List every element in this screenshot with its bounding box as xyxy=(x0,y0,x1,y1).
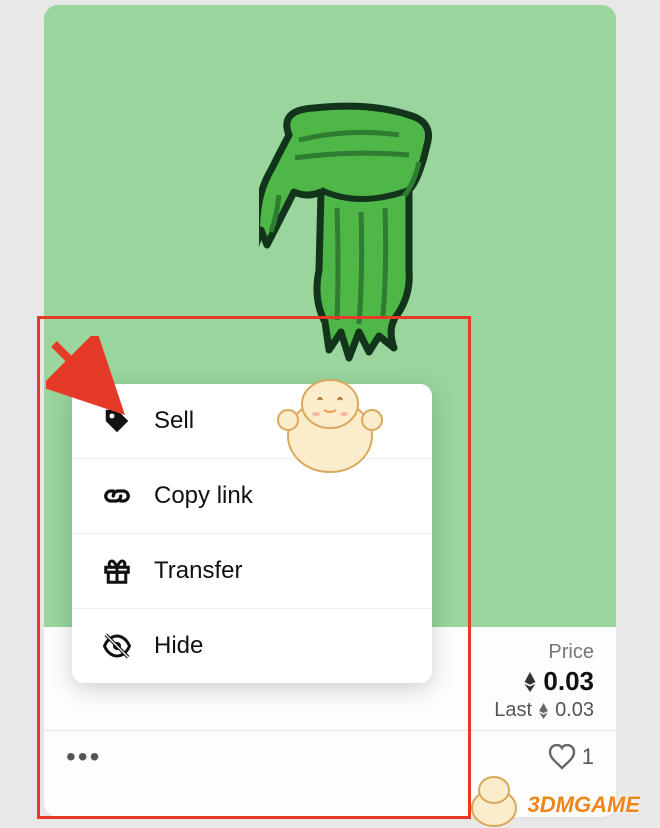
menu-item-label: Copy link xyxy=(154,482,253,510)
menu-item-label: Sell xyxy=(154,407,194,435)
more-button[interactable]: ••• xyxy=(66,741,101,773)
like-button[interactable]: 1 xyxy=(548,744,594,770)
tag-icon xyxy=(102,406,132,436)
gift-icon xyxy=(102,556,132,586)
menu-item-label: Hide xyxy=(154,632,203,660)
price-row: 0.03 xyxy=(523,666,594,697)
context-menu: Sell Copy link Transfer Hide xyxy=(72,384,432,683)
last-row: Last 0.03 xyxy=(494,699,594,722)
menu-item-sell[interactable]: Sell xyxy=(72,384,432,458)
heart-icon xyxy=(548,744,576,770)
eth-icon xyxy=(538,703,549,719)
like-count: 1 xyxy=(582,744,594,770)
menu-item-transfer[interactable]: Transfer xyxy=(72,533,432,608)
eye-off-icon xyxy=(102,631,132,661)
nft-image-scarf xyxy=(259,100,459,400)
price-label: Price xyxy=(548,641,594,664)
last-label: Last xyxy=(494,699,532,722)
price-value: 0.03 xyxy=(543,666,594,697)
link-icon xyxy=(102,481,132,511)
watermark-text: 3DMGAME xyxy=(528,792,640,818)
menu-item-hide[interactable]: Hide xyxy=(72,608,432,683)
menu-item-label: Transfer xyxy=(154,557,242,585)
eth-icon xyxy=(523,672,537,692)
card-footer: ••• 1 xyxy=(44,730,616,787)
last-value: 0.03 xyxy=(555,699,594,722)
menu-item-copy-link[interactable]: Copy link xyxy=(72,458,432,533)
